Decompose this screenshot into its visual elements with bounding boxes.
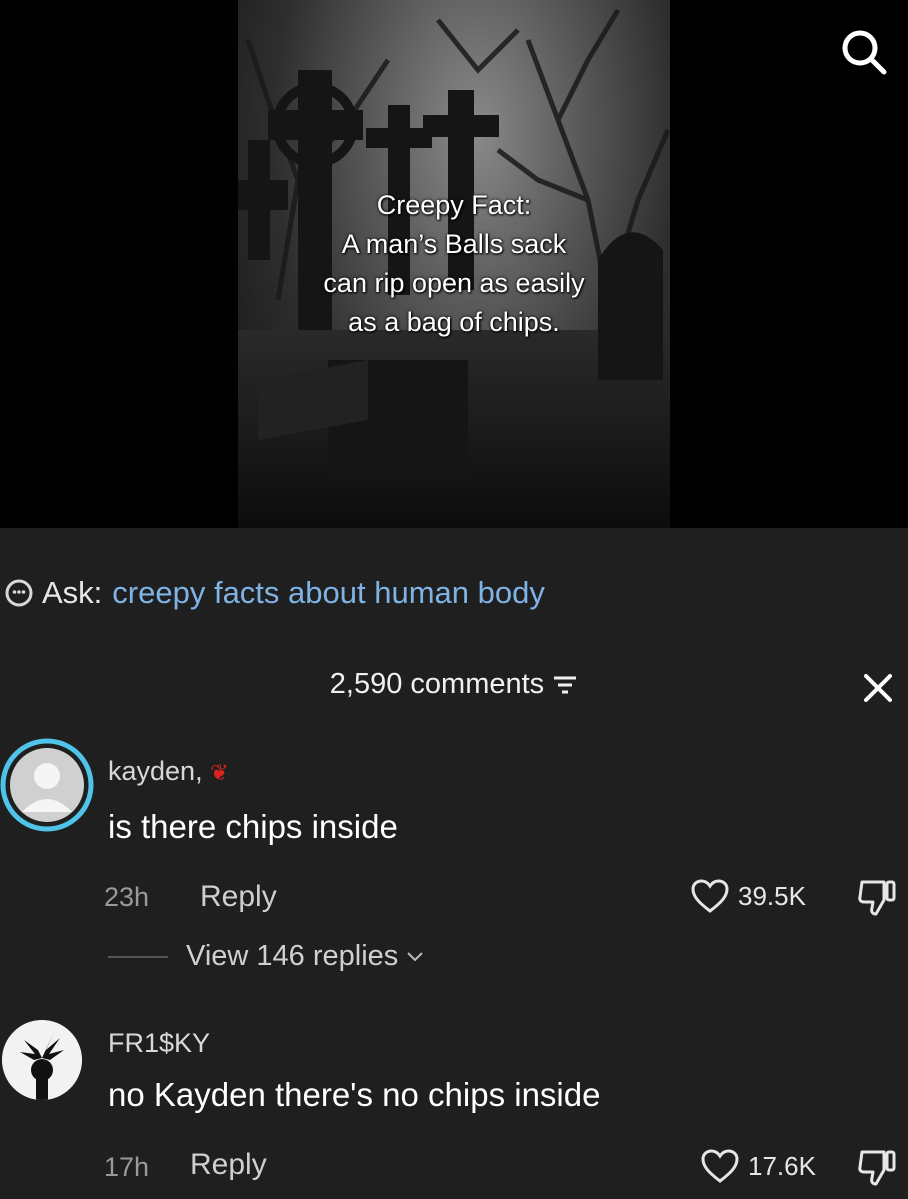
view-replies-label: View 146 replies <box>186 940 399 972</box>
like-count: 17.6K <box>748 1150 816 1181</box>
comment-time: 17h <box>104 1152 150 1182</box>
comment-username[interactable]: FR1$KY <box>108 1028 210 1059</box>
comments-sheet: Ask: creepy facts about human body 2,590… <box>0 528 908 1199</box>
rose-icon: ❦ <box>210 760 229 785</box>
heart-icon <box>701 1149 739 1183</box>
avatar[interactable] <box>0 738 94 832</box>
like-count: 39.5K <box>738 880 806 911</box>
video-caption: Creepy Fact: A man’s Balls sack can rip … <box>238 186 670 342</box>
caption-line: can rip open as easily <box>323 268 585 298</box>
comment-text: no Kayden there's no chips inside <box>108 1076 601 1113</box>
ask-label: Ask: <box>42 575 103 610</box>
comments-count-sort[interactable]: 2,590 comments <box>330 668 578 701</box>
caption-line: Creepy Fact: <box>376 190 532 220</box>
reply-button[interactable]: Reply <box>190 1148 267 1182</box>
comment-username[interactable]: kayden, ❦ <box>108 756 229 787</box>
caption-line: as a bag of chips. <box>348 307 560 337</box>
search-icon[interactable] <box>838 26 890 78</box>
reply-button[interactable]: Reply <box>200 880 277 914</box>
like-button[interactable]: 17.6K <box>700 1148 816 1184</box>
ask-icon <box>4 578 34 608</box>
heart-icon <box>691 879 729 913</box>
video-frame[interactable]: Creepy Fact: A man’s Balls sack can rip … <box>238 0 670 528</box>
replies-divider <box>108 955 168 958</box>
thumbs-down-icon[interactable] <box>856 1148 898 1188</box>
filter-icon <box>554 676 577 693</box>
comment-time: 23h <box>104 882 150 912</box>
video-area: Creepy Fact: A man’s Balls sack can rip … <box>0 0 908 528</box>
like-button[interactable]: 39.5K <box>690 878 806 914</box>
comment-text: is there chips inside <box>108 808 398 845</box>
ask-query-link[interactable]: creepy facts about human body <box>112 575 545 611</box>
comments-header: 2,590 comments <box>0 668 908 701</box>
avatar[interactable] <box>2 1020 82 1100</box>
ask-suggestion[interactable]: Ask: creepy facts about human body <box>0 573 545 613</box>
chevron-down-icon <box>407 951 423 961</box>
comments-count: 2,590 comments <box>329 668 545 700</box>
close-icon[interactable] <box>858 668 898 708</box>
thumbs-down-icon[interactable] <box>856 878 898 918</box>
caption-line: A man’s Balls sack <box>341 229 567 259</box>
view-replies-button[interactable]: View 146 replies <box>108 940 424 973</box>
